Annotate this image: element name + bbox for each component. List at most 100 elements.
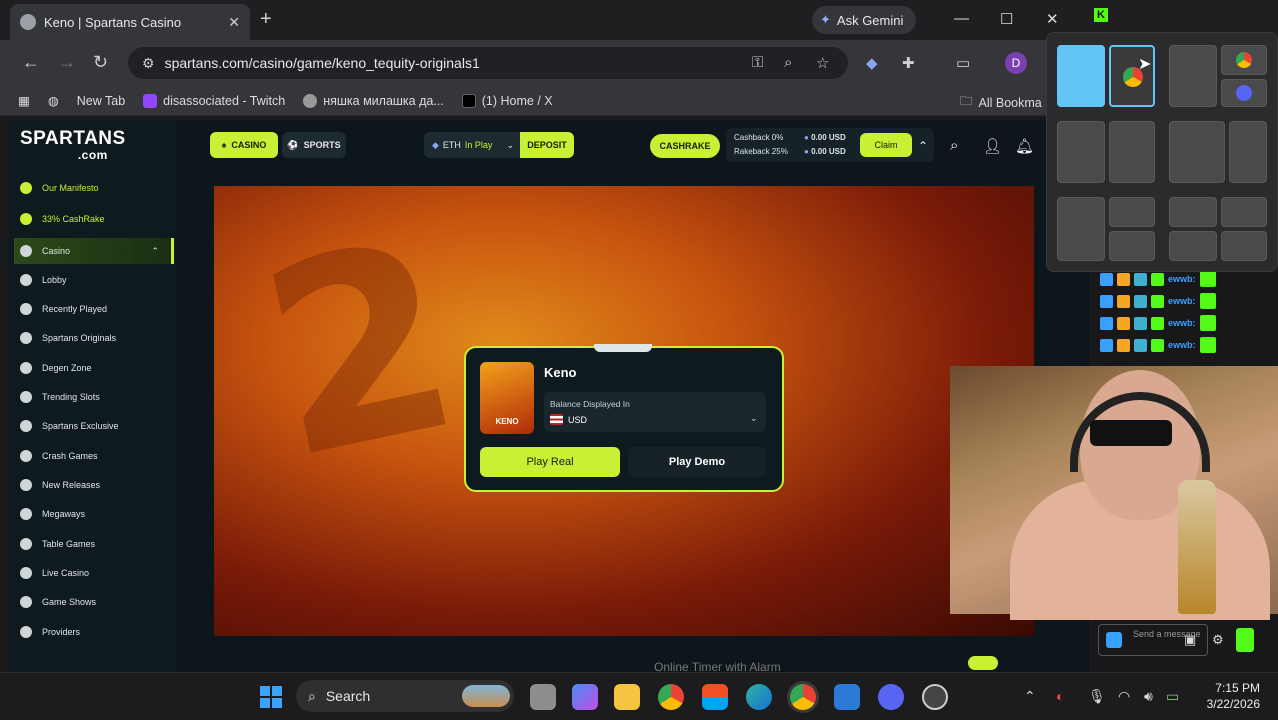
- sidebar-item-game-shows[interactable]: Game Shows: [14, 589, 174, 615]
- wifi-icon[interactable]: ◠: [1118, 688, 1130, 705]
- app-icon[interactable]: [834, 684, 860, 710]
- snap-zone[interactable]: [1169, 197, 1217, 227]
- megaways-icon: [20, 508, 32, 520]
- store-icon[interactable]: ▣: [1184, 632, 1196, 648]
- bookmark-x[interactable]: (1) Home / X: [461, 93, 553, 108]
- extension-logo-icon[interactable]: ◆: [866, 54, 878, 72]
- snap-zone[interactable]: [1221, 79, 1267, 107]
- extensions-puzzle-icon[interactable]: ✚: [902, 54, 915, 72]
- sidebar-label: Game Shows: [42, 597, 97, 607]
- sidebar-item-exclusive[interactable]: Spartans Exclusive: [14, 413, 174, 439]
- casino-tab-button[interactable]: ♠ CASINO: [210, 132, 278, 158]
- edge-icon[interactable]: [746, 684, 772, 710]
- minimize-icon[interactable]: —: [954, 10, 969, 27]
- snap-zone[interactable]: [1221, 197, 1267, 227]
- sidebar-item-recently-played[interactable]: Recently Played: [14, 296, 174, 322]
- sidebar-item-crash[interactable]: Crash Games: [14, 443, 174, 469]
- snap-zone[interactable]: [1057, 197, 1105, 261]
- sidebar-item-manifesto[interactable]: Our Manifesto: [14, 175, 174, 201]
- ask-gemini-button[interactable]: ✦ Ask Gemini: [812, 6, 916, 34]
- bookmark-star-icon[interactable]: ☆: [816, 54, 829, 72]
- sidebar-item-degen-zone[interactable]: Degen Zone: [14, 355, 174, 381]
- store-icon[interactable]: [702, 684, 728, 710]
- password-key-icon[interactable]: ⚿: [752, 54, 763, 71]
- browser-tab-active[interactable]: Keno | Spartans Casino ✕: [10, 4, 250, 40]
- reload-icon[interactable]: ↻: [93, 52, 108, 73]
- snap-zone[interactable]: [1109, 231, 1155, 261]
- task-view-icon[interactable]: [530, 684, 556, 710]
- play-demo-button[interactable]: Play Demo: [628, 447, 766, 477]
- volume-icon[interactable]: 🔊︎: [1144, 688, 1153, 705]
- taskbar-clock[interactable]: 7:15 PM 3/22/2026: [1196, 680, 1260, 712]
- sidebar-item-casino[interactable]: Casino ⌃: [14, 238, 174, 264]
- sidebar-item-new-releases[interactable]: New Releases: [14, 472, 174, 498]
- spartans-logo[interactable]: SPARTANS .com: [20, 129, 126, 164]
- copilot-icon[interactable]: [572, 684, 598, 710]
- user-icon[interactable]: 👤︎: [983, 137, 1002, 155]
- snap-zone[interactable]: [1057, 121, 1105, 183]
- chrome-active-icon[interactable]: [790, 684, 816, 710]
- chevron-up-icon[interactable]: ⌃: [151, 246, 159, 257]
- site-info-icon[interactable]: ⚙: [142, 55, 155, 72]
- tab-close-icon[interactable]: ✕: [228, 14, 240, 31]
- new-tab-button[interactable]: +: [260, 8, 272, 31]
- balance-currency-select[interactable]: [544, 392, 766, 432]
- zoom-icon[interactable]: ⌕: [784, 54, 792, 71]
- windows-start-icon[interactable]: [260, 686, 282, 708]
- file-explorer-icon[interactable]: [614, 684, 640, 710]
- all-bookmarks-folder[interactable]: 🗀 All Bookma: [960, 92, 1042, 113]
- sidebar-item-originals[interactable]: Spartans Originals: [14, 325, 174, 351]
- sports-tab-button[interactable]: ⚽ SPORTS: [282, 132, 346, 158]
- chevron-down-icon: ⌄: [750, 413, 758, 423]
- bookmark-new-tab[interactable]: New Tab: [77, 94, 125, 108]
- apps-grid-icon[interactable]: ▦: [18, 93, 30, 108]
- gear-icon[interactable]: ⚙: [1212, 632, 1224, 648]
- url-text: spartans.com/casino/game/keno_tequity-or…: [164, 55, 480, 71]
- sidebar-item-megaways[interactable]: Megaways: [14, 501, 174, 527]
- snap-zone[interactable]: [1109, 197, 1155, 227]
- taskbar-search[interactable]: ⌕ Search: [296, 680, 514, 712]
- microphone-icon[interactable]: 🎙︎: [1088, 688, 1106, 705]
- sidebar-item-table-games[interactable]: Table Games: [14, 531, 174, 557]
- snap-zone[interactable]: [1221, 45, 1267, 75]
- maximize-icon[interactable]: ☐: [1000, 10, 1013, 28]
- play-real-button[interactable]: Play Real: [480, 447, 620, 477]
- bookmark-twitch[interactable]: disassociated - Twitch: [143, 93, 285, 108]
- battery-icon[interactable]: ▭: [1166, 688, 1179, 705]
- cast-icon[interactable]: ▭: [956, 54, 970, 72]
- search-icon[interactable]: ⌕: [950, 137, 958, 154]
- tray-chevron-up-icon[interactable]: ⌃: [1024, 688, 1036, 705]
- bookmark-cyrillic[interactable]: няшка милашка да...: [303, 93, 444, 108]
- profile-avatar[interactable]: D: [1005, 52, 1027, 74]
- forward-arrow-icon[interactable]: →: [58, 52, 76, 73]
- globe-icon[interactable]: ◍: [48, 93, 59, 108]
- snap-zone[interactable]: [1169, 121, 1225, 183]
- sidebar-item-lobby[interactable]: Lobby: [14, 267, 174, 293]
- snap-zone[interactable]: [1109, 121, 1155, 183]
- cashrake-button[interactable]: CASHRAKE: [650, 134, 720, 158]
- snap-zone[interactable]: [1221, 231, 1267, 261]
- chrome-icon[interactable]: [658, 684, 684, 710]
- claim-button[interactable]: Claim: [860, 133, 912, 157]
- snap-zone[interactable]: [1169, 45, 1217, 107]
- send-button[interactable]: [1236, 628, 1254, 652]
- close-window-icon[interactable]: ✕: [1046, 10, 1059, 28]
- footer-toggle[interactable]: [968, 656, 998, 670]
- currency-selector[interactable]: ◆ ETH In Play ⌄: [424, 132, 520, 158]
- sidebar-item-cashrake[interactable]: 33% CashRake: [14, 206, 174, 232]
- discord-icon[interactable]: [878, 684, 904, 710]
- tray-app-icon[interactable]: ◐: [1056, 688, 1064, 704]
- sidebar-item-providers[interactable]: Providers: [14, 619, 174, 645]
- sidebar-item-trending[interactable]: Trending Slots: [14, 384, 174, 410]
- chevron-up-icon[interactable]: ⌃: [918, 139, 928, 153]
- sidebar-item-live-casino[interactable]: Live Casino: [14, 560, 174, 586]
- snap-zone-left[interactable]: [1057, 45, 1105, 107]
- back-arrow-icon[interactable]: ←: [22, 52, 40, 73]
- snap-zone[interactable]: [1229, 121, 1267, 183]
- deposit-button[interactable]: DEPOSIT: [520, 132, 574, 158]
- snap-zone[interactable]: [1169, 231, 1217, 261]
- manifesto-icon: [20, 182, 32, 194]
- address-bar[interactable]: ⚙ spartans.com/casino/game/keno_tequity-…: [128, 47, 848, 79]
- bell-icon[interactable]: 🔔︎: [1015, 137, 1034, 155]
- obs-icon[interactable]: [922, 684, 948, 710]
